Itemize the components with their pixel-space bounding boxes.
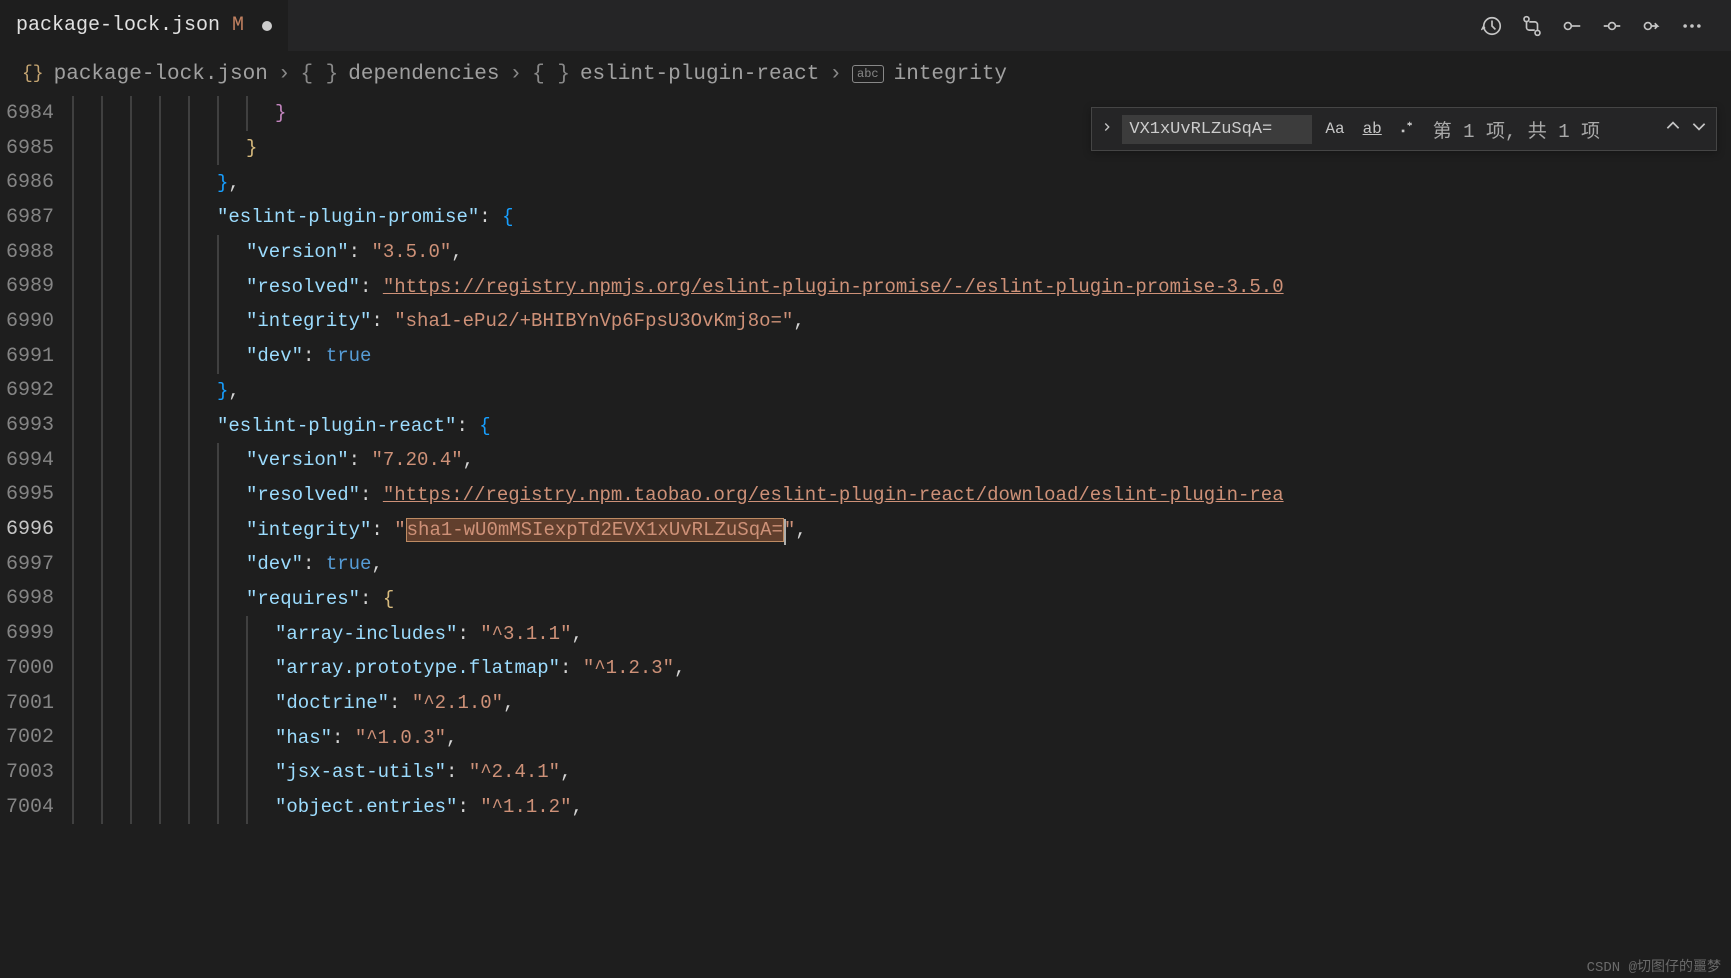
find-next-icon[interactable] [1690, 117, 1708, 141]
timeline-icon[interactable] [1481, 15, 1503, 37]
line-number: 6987 [0, 206, 72, 229]
line-number: 6993 [0, 414, 72, 437]
line-number: 7003 [0, 761, 72, 784]
breadcrumb[interactable]: {} package-lock.json › { } dependencies … [0, 52, 1731, 96]
code-line[interactable]: 6999"array-includes": "^3.1.1", [0, 616, 1731, 651]
line-number: 6986 [0, 171, 72, 194]
code-line[interactable]: 6990"integrity": "sha1-ePu2/+BHIBYnVp6Fp… [0, 304, 1731, 339]
chevron-right-icon: › [829, 63, 842, 86]
code-line[interactable]: 6986}, [0, 165, 1731, 200]
tab-modified-badge: M [232, 14, 244, 37]
code-line[interactable]: 6995"resolved": "https://registry.npm.ta… [0, 478, 1731, 513]
line-number: 7002 [0, 726, 72, 749]
code-line[interactable]: 6996"integrity": "sha1-wU0mMSIexpTd2EVX1… [0, 512, 1731, 547]
editor-tab[interactable]: package-lock.json M [0, 0, 288, 51]
code-line[interactable]: 6997"dev": true, [0, 547, 1731, 582]
line-number: 6991 [0, 345, 72, 368]
find-input[interactable] [1122, 115, 1312, 144]
line-number: 6992 [0, 379, 72, 402]
match-case-toggle[interactable]: Aa [1320, 118, 1349, 140]
line-number: 7001 [0, 692, 72, 715]
editor-toolbar [1481, 15, 1731, 37]
chevron-right-icon: › [278, 63, 291, 86]
find-result-count: 第 1 项, 共 1 项 [1433, 116, 1600, 143]
code-line[interactable]: 7003"jsx-ast-utils": "^2.4.1", [0, 755, 1731, 790]
code-line[interactable]: 7004"object.entries": "^1.1.2", [0, 790, 1731, 825]
breadcrumb-dependencies[interactable]: dependencies [348, 63, 499, 86]
previous-change-icon[interactable] [1561, 15, 1583, 37]
braces-icon: { } [532, 63, 570, 86]
code-line[interactable]: 6993"eslint-plugin-react": { [0, 408, 1731, 443]
code-line[interactable]: 7000"array.prototype.flatmap": "^1.2.3", [0, 651, 1731, 686]
line-number: 6984 [0, 102, 72, 125]
string-icon: abc [852, 65, 884, 83]
code-line[interactable]: 6987"eslint-plugin-promise": { [0, 200, 1731, 235]
line-number: 6985 [0, 137, 72, 160]
find-widget: Aa ab 第 1 项, 共 1 项 [1091, 107, 1717, 151]
line-number: 7004 [0, 796, 72, 819]
braces-icon: { } [300, 63, 338, 86]
tab-bar: package-lock.json M [0, 0, 1731, 52]
line-number: 6996 [0, 518, 72, 541]
chevron-right-icon: › [510, 63, 523, 86]
code-line[interactable]: 6988"version": "3.5.0", [0, 235, 1731, 270]
code-editor[interactable]: 6984}6985}6986},6987"eslint-plugin-promi… [0, 96, 1731, 978]
watermark: CSDN @切图仔的噩梦 [1587, 956, 1721, 976]
code-line[interactable]: 6989"resolved": "https://registry.npmjs.… [0, 269, 1731, 304]
compare-changes-icon[interactable] [1521, 15, 1543, 37]
line-number: 6989 [0, 275, 72, 298]
revert-change-icon[interactable] [1641, 15, 1663, 37]
line-number: 6990 [0, 310, 72, 333]
tab-title: package-lock.json [16, 14, 220, 37]
find-prev-icon[interactable] [1664, 117, 1682, 141]
code-line[interactable]: 6998"requires": { [0, 582, 1731, 617]
breadcrumb-field[interactable]: integrity [894, 63, 1007, 86]
code-line[interactable]: 6991"dev": true [0, 339, 1731, 374]
code-line[interactable]: 7002"has": "^1.0.3", [0, 720, 1731, 755]
line-number: 6999 [0, 622, 72, 645]
match-word-toggle[interactable]: ab [1358, 118, 1387, 140]
code-line[interactable]: 6992}, [0, 374, 1731, 409]
expand-replace-icon[interactable] [1100, 118, 1114, 140]
breadcrumb-package[interactable]: eslint-plugin-react [580, 63, 819, 86]
regex-toggle[interactable] [1395, 118, 1419, 141]
tab-dirty-dot [262, 21, 272, 31]
next-change-icon[interactable] [1601, 15, 1623, 37]
more-icon[interactable] [1681, 15, 1703, 37]
code-line[interactable]: 6994"version": "7.20.4", [0, 443, 1731, 478]
breadcrumb-file[interactable]: package-lock.json [54, 63, 268, 86]
line-number: 7000 [0, 657, 72, 680]
line-number: 6995 [0, 483, 72, 506]
line-number: 6997 [0, 553, 72, 576]
line-number: 6998 [0, 587, 72, 610]
json-file-icon: {} [22, 64, 44, 84]
line-number: 6994 [0, 449, 72, 472]
code-line[interactable]: 7001"doctrine": "^2.1.0", [0, 686, 1731, 721]
line-number: 6988 [0, 241, 72, 264]
